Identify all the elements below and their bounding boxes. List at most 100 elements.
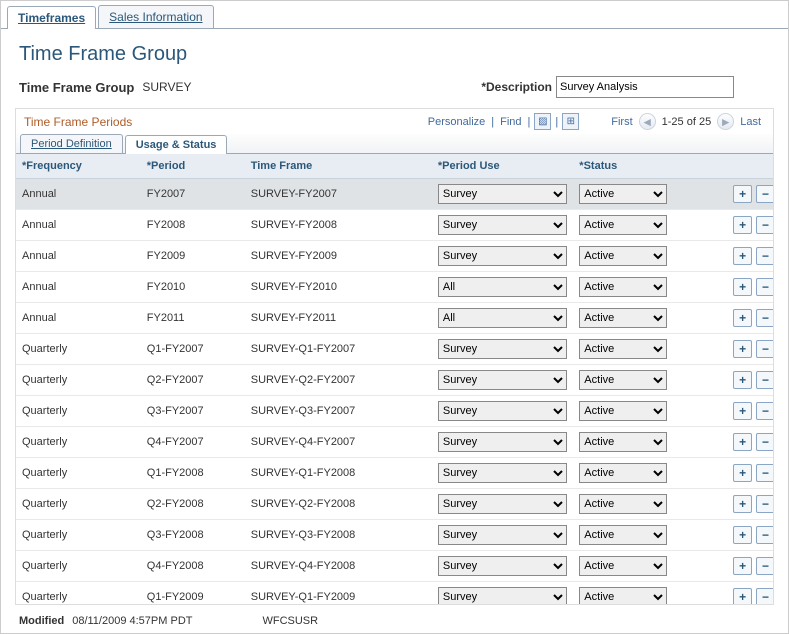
delete-row-button[interactable]: − (756, 495, 773, 513)
table-row: QuarterlyQ1-FY2007SURVEY-Q1-FY2007Survey… (16, 334, 773, 365)
table-row: AnnualFY2008SURVEY-FY2008SurveyActive+− (16, 210, 773, 241)
table-row: AnnualFY2011SURVEY-FY2011AllActive+− (16, 303, 773, 334)
period-use-select[interactable]: Survey (438, 432, 567, 452)
period-use-select[interactable]: Survey (438, 246, 567, 266)
cell-timeframe: SURVEY-FY2010 (245, 272, 432, 303)
delete-row-button[interactable]: − (756, 588, 773, 604)
add-row-button[interactable]: + (733, 278, 752, 296)
subtab-period-definition[interactable]: Period Definition (20, 134, 123, 153)
period-use-select[interactable]: Survey (438, 525, 567, 545)
status-select[interactable]: Active (579, 246, 667, 266)
cell-frequency: Quarterly (16, 551, 141, 582)
delete-row-button[interactable]: − (756, 247, 773, 265)
add-row-button[interactable]: + (733, 185, 752, 203)
period-use-select[interactable]: Survey (438, 184, 567, 204)
cell-period: FY2008 (141, 210, 245, 241)
status-select[interactable]: Active (579, 556, 667, 576)
table-row: QuarterlyQ2-FY2007SURVEY-Q2-FY2007Survey… (16, 365, 773, 396)
delete-row-button[interactable]: − (756, 371, 773, 389)
cell-frequency: Annual (16, 210, 141, 241)
period-use-select[interactable]: Survey (438, 556, 567, 576)
status-select[interactable]: Active (579, 215, 667, 235)
last-link[interactable]: Last (740, 116, 761, 128)
cell-period: Q3-FY2007 (141, 396, 245, 427)
col-timeframe[interactable]: Time Frame (245, 154, 432, 179)
status-select[interactable]: Active (579, 401, 667, 421)
description-input[interactable] (556, 76, 734, 98)
delete-row-button[interactable]: − (756, 216, 773, 234)
delete-row-button[interactable]: − (756, 433, 773, 451)
add-row-button[interactable]: + (733, 371, 752, 389)
delete-row-button[interactable]: − (756, 278, 773, 296)
prev-arrow-icon[interactable]: ◄ (639, 113, 656, 130)
cell-frequency: Quarterly (16, 458, 141, 489)
delete-row-button[interactable]: − (756, 464, 773, 482)
subtab-usage-status[interactable]: Usage & Status (125, 135, 228, 154)
next-arrow-icon[interactable]: ► (717, 113, 734, 130)
status-select[interactable]: Active (579, 494, 667, 514)
period-use-select[interactable]: Survey (438, 587, 567, 604)
add-row-button[interactable]: + (733, 309, 752, 327)
cell-frequency: Quarterly (16, 396, 141, 427)
col-status[interactable]: *Status (573, 154, 673, 179)
tab-sales-information[interactable]: Sales Information (98, 5, 213, 28)
status-select[interactable]: Active (579, 308, 667, 328)
add-row-button[interactable]: + (733, 495, 752, 513)
add-row-button[interactable]: + (733, 433, 752, 451)
delete-row-button[interactable]: − (756, 340, 773, 358)
cell-period: Q1-FY2008 (141, 458, 245, 489)
cell-frequency: Quarterly (16, 365, 141, 396)
period-use-select[interactable]: Survey (438, 463, 567, 483)
add-row-button[interactable]: + (733, 464, 752, 482)
group-label: Time Frame Group (19, 80, 134, 95)
download-icon[interactable]: ⊞ (562, 113, 579, 130)
period-use-select[interactable]: Survey (438, 215, 567, 235)
cell-frequency: Annual (16, 303, 141, 334)
period-use-select[interactable]: All (438, 277, 567, 297)
status-select[interactable]: Active (579, 370, 667, 390)
grid-scroll[interactable]: *Frequency *Period Time Frame *Period Us… (16, 154, 773, 604)
add-row-button[interactable]: + (733, 247, 752, 265)
col-period[interactable]: *Period (141, 154, 245, 179)
col-period-use[interactable]: *Period Use (432, 154, 573, 179)
delete-row-button[interactable]: − (756, 402, 773, 420)
status-select[interactable]: Active (579, 277, 667, 297)
delete-row-button[interactable]: − (756, 557, 773, 575)
cell-timeframe: SURVEY-Q4-FY2007 (245, 427, 432, 458)
sub-tabs: Period Definition Usage & Status (16, 134, 773, 154)
period-use-select[interactable]: Survey (438, 494, 567, 514)
status-select[interactable]: Active (579, 463, 667, 483)
find-link[interactable]: Find (500, 116, 521, 128)
add-row-button[interactable]: + (733, 526, 752, 544)
period-use-select[interactable]: All (438, 308, 567, 328)
personalize-link[interactable]: Personalize (428, 116, 485, 128)
add-row-button[interactable]: + (733, 216, 752, 234)
status-select[interactable]: Active (579, 587, 667, 604)
delete-row-button[interactable]: − (756, 526, 773, 544)
tab-timeframes[interactable]: Timeframes (7, 6, 96, 29)
table-row: QuarterlyQ3-FY2007SURVEY-Q3-FY2007Survey… (16, 396, 773, 427)
status-select[interactable]: Active (579, 432, 667, 452)
add-row-button[interactable]: + (733, 557, 752, 575)
period-use-select[interactable]: Survey (438, 370, 567, 390)
zoom-icon[interactable]: ▨ (534, 113, 551, 130)
period-use-select[interactable]: Survey (438, 401, 567, 421)
status-select[interactable]: Active (579, 184, 667, 204)
col-frequency[interactable]: *Frequency (16, 154, 141, 179)
cell-frequency: Quarterly (16, 427, 141, 458)
add-row-button[interactable]: + (733, 402, 752, 420)
period-use-select[interactable]: Survey (438, 339, 567, 359)
table-row: AnnualFY2009SURVEY-FY2009SurveyActive+− (16, 241, 773, 272)
delete-row-button[interactable]: − (756, 309, 773, 327)
description-label: *Description (481, 80, 552, 94)
status-select[interactable]: Active (579, 525, 667, 545)
add-row-button[interactable]: + (733, 340, 752, 358)
cell-frequency: Quarterly (16, 489, 141, 520)
status-select[interactable]: Active (579, 339, 667, 359)
delete-row-button[interactable]: − (756, 185, 773, 203)
table-row: AnnualFY2007SURVEY-FY2007SurveyActive+− (16, 179, 773, 210)
first-link[interactable]: First (611, 116, 632, 128)
cell-timeframe: SURVEY-Q2-FY2008 (245, 489, 432, 520)
add-row-button[interactable]: + (733, 588, 752, 604)
range-text: 1-25 of 25 (662, 116, 712, 128)
